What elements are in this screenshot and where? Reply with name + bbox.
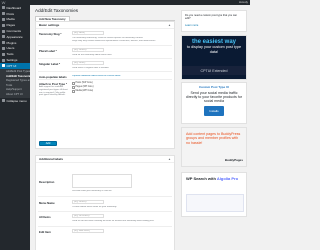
ad-subtext: to display your custom post type data! [186, 45, 242, 54]
dashboard-icon [2, 6, 5, 10]
checkbox[interactable] [72, 86, 75, 89]
additional-labels-panel: Additional labels ▲ Description Describe … [35, 155, 175, 250]
post-type-checkbox[interactable]: Pages (WP Core) [72, 86, 93, 89]
cptui-submenu: Add/Edit Post Types Add/Edit Taxonomies … [0, 68, 30, 98]
intro-text: Do you need a custom post type that you … [185, 14, 238, 21]
collapse-menu-button[interactable]: Collapse menu [0, 98, 30, 104]
comments-icon [2, 29, 5, 33]
slug-help-2: Slugs may only contain lowercase alphanu… [72, 40, 156, 42]
appearance-icon [2, 35, 5, 39]
ad-text: Add content pages to BuddyPress groups a… [186, 132, 241, 145]
ad-headline: the easiest way [191, 39, 237, 45]
all-items-help: Used as tab text when showing all terms … [72, 219, 155, 222]
ad-text: Send your social media traffic directly … [185, 91, 243, 104]
slug-label: Taxonomy Slug * [39, 32, 62, 36]
plural-input[interactable]: (e.g. Actors) [72, 48, 104, 52]
description-help: Describe what your taxonomy is used for. [72, 190, 113, 192]
divider [38, 196, 172, 197]
main-content: Add/Edit Taxonomies Add New Taxonomy Bas… [31, 5, 250, 250]
chevron-up-icon[interactable]: ▲ [168, 156, 171, 163]
submenu-item[interactable]: About CPT UI [0, 92, 30, 97]
settings-icon [2, 58, 5, 62]
basic-settings-panel: Basic settings ▲ Taxonomy Slug * (e.g. ac… [35, 21, 175, 149]
slug-input[interactable]: (e.g. actor) [72, 31, 104, 35]
attach-help: Add support for available registered pos… [39, 86, 68, 97]
ad-text: WP Search with Algolia Pro [186, 176, 239, 181]
buddypages-ad[interactable]: Add content pages to BuddyPress groups a… [181, 127, 247, 167]
checkbox[interactable] [72, 90, 75, 93]
media-icon [2, 17, 5, 21]
plural-label: Plural Label * [39, 49, 57, 53]
ad-logo: Installs [204, 105, 224, 116]
divider [38, 211, 172, 212]
slug-help: The taxonomy name/slug. Used for various… [72, 36, 144, 39]
algolia-ad[interactable]: WP Search with Algolia Pro [181, 172, 247, 217]
panel-header[interactable]: Basic settings ▲ [36, 22, 174, 29]
autopop-link[interactable]: Populate additional labels based on chos… [72, 75, 172, 77]
ad-banner: CPTUI Extended [182, 66, 246, 75]
menu-name-label: Menu Name [39, 201, 55, 205]
users-icon [2, 46, 5, 50]
chevron-up-icon[interactable]: ▲ [168, 22, 171, 29]
add-taxonomy-button[interactable]: Add Taxonomy [39, 141, 57, 149]
sidebar-item-cptui[interactable]: CPT UI [0, 62, 30, 69]
ad-screenshot [186, 194, 244, 212]
collapse-icon [2, 99, 5, 103]
plugins-icon [2, 41, 5, 45]
divider [38, 71, 172, 72]
page-title: Add/Edit Taxonomies [35, 8, 79, 13]
cptui-icon [2, 64, 5, 68]
autopop-label: Auto-populate labels [39, 74, 67, 79]
post-type-checkbox[interactable]: Posts (WP Core) [72, 82, 93, 85]
pages-icon [2, 23, 5, 27]
post-type-checkbox[interactable]: Media (WP Core) [72, 90, 93, 93]
edit-item-label: Edit Item [39, 230, 51, 234]
divider [38, 226, 172, 227]
admin-sidebar: Dashboard Posts Media Pages Comments App… [0, 5, 30, 250]
singular-label: Singular Label * [39, 62, 61, 66]
intro-box: Do you need a custom post type that you … [181, 10, 247, 32]
all-items-label: All Items [39, 215, 51, 219]
description-label: Description [39, 180, 55, 184]
singular-input[interactable]: (e.g. Actor) [72, 61, 104, 65]
checkbox[interactable] [72, 82, 75, 85]
intro-link[interactable]: Learn more [182, 24, 246, 27]
divider [38, 45, 172, 46]
menu-name-input[interactable]: (e.g. Actors) [72, 200, 104, 204]
posts-icon [2, 12, 5, 16]
description-textarea[interactable] [72, 174, 132, 188]
all-items-input[interactable]: (e.g. All Actors) [72, 214, 104, 218]
singular-help: Used when a singular label is needed. [72, 66, 109, 69]
social-ad[interactable]: Custom Post Type UI Send your social med… [181, 82, 247, 124]
menu-name-help: Custom admin menu name for your taxonomy… [72, 205, 117, 208]
plural-help: Used for the taxonomy admin menu item. [72, 53, 113, 56]
tools-icon [2, 52, 5, 56]
divider [38, 79, 172, 80]
edit-item-input[interactable]: (e.g. Edit Actor) [72, 229, 104, 233]
divider [38, 58, 172, 59]
buddypages-logo: BuddyPages [224, 158, 243, 162]
cptui-extended-ad[interactable]: the easiest way to display your custom p… [181, 35, 247, 80]
panel-header[interactable]: Additional labels ▲ [36, 156, 174, 163]
